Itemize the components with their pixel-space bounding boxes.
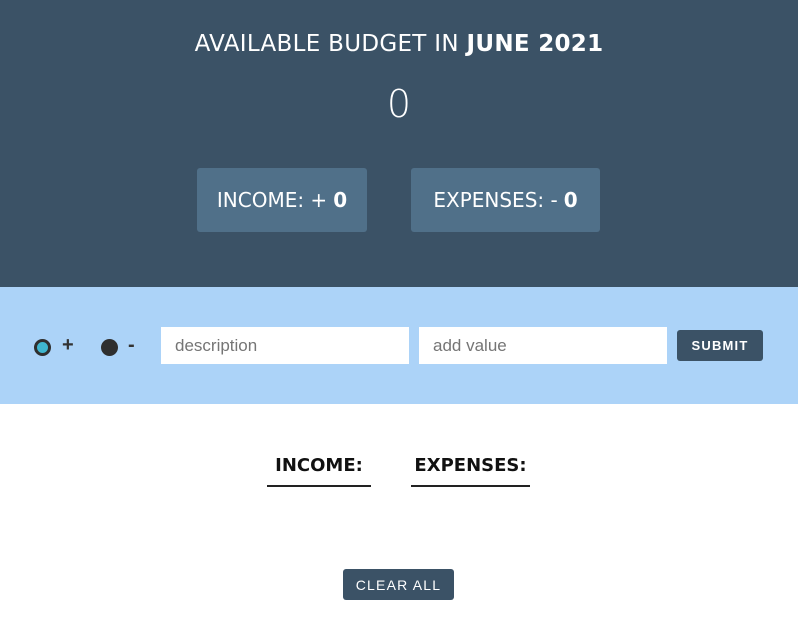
value-input[interactable] bbox=[419, 327, 667, 364]
clear-all-button[interactable]: CLEAR ALL bbox=[343, 569, 454, 600]
budget-month: JUNE 2021 bbox=[466, 31, 604, 57]
available-budget-value: 0 bbox=[386, 82, 412, 126]
description-input[interactable] bbox=[161, 327, 409, 364]
expense-radio[interactable] bbox=[101, 339, 118, 356]
budget-title: AVAILABLE BUDGET IN JUNE 2021 bbox=[0, 31, 798, 57]
expenses-list-heading: EXPENSES: bbox=[411, 455, 530, 487]
income-list-heading: INCOME: bbox=[267, 455, 371, 487]
expenses-summary: EXPENSES: -0 bbox=[411, 168, 600, 232]
submit-button[interactable]: SUBMIT bbox=[677, 330, 763, 361]
income-radio[interactable] bbox=[34, 339, 51, 356]
budget-title-prefix: AVAILABLE BUDGET IN bbox=[194, 31, 459, 57]
expense-radio-label: - bbox=[128, 334, 135, 356]
expenses-summary-value: 0 bbox=[563, 188, 578, 212]
income-summary-value: 0 bbox=[333, 188, 348, 212]
budget-header: AVAILABLE BUDGET IN JUNE 2021 0 INCOME: … bbox=[0, 0, 798, 287]
income-radio-label: + bbox=[62, 334, 74, 356]
income-summary-label: INCOME: + bbox=[216, 188, 328, 212]
expenses-summary-label: EXPENSES: - bbox=[433, 188, 558, 212]
income-summary: INCOME: +0 bbox=[197, 168, 367, 232]
